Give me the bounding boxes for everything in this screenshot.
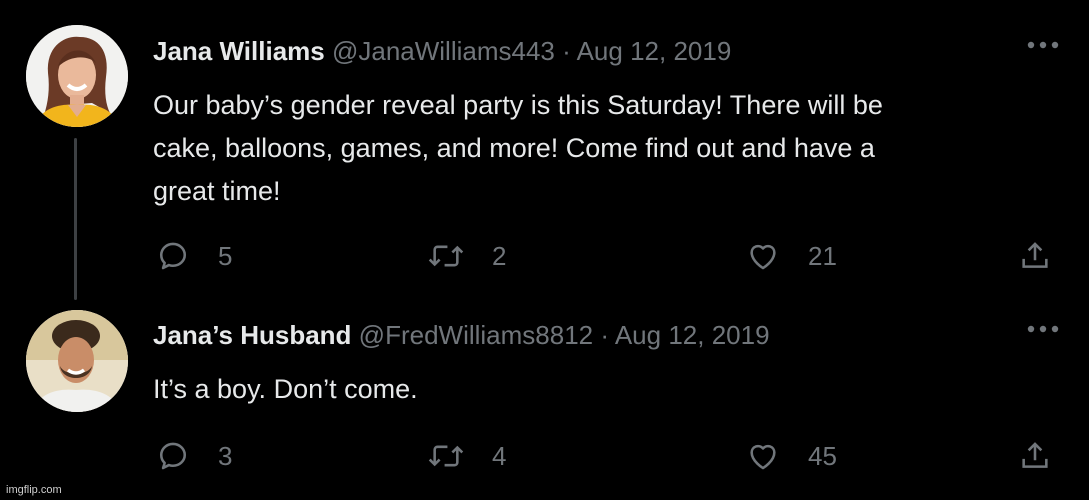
reply-button[interactable]: 5 (156, 238, 232, 274)
reply-icon (159, 242, 187, 270)
more-dots-icon (1027, 325, 1059, 333)
retweet-button[interactable]: 4 (426, 438, 506, 474)
share-button[interactable] (1018, 438, 1052, 474)
share-icon (1022, 442, 1048, 468)
display-name[interactable]: Jana Williams (153, 36, 325, 66)
heart-icon (750, 444, 776, 470)
watermark: imgflip.com (6, 484, 62, 496)
like-button[interactable]: 21 (746, 238, 837, 274)
avatar-husband[interactable] (26, 310, 128, 412)
reply-button[interactable]: 3 (156, 438, 232, 474)
thread-line (74, 138, 77, 300)
tweet-1[interactable]: Jana Williams @JanaWilliams443 · Aug 12,… (0, 0, 1089, 300)
timestamp[interactable]: Aug 12, 2019 (577, 36, 732, 66)
tweet-text: It’s a boy. Don’t come. (153, 374, 418, 404)
like-count: 45 (808, 441, 837, 471)
reply-icon (159, 442, 187, 470)
retweet-count: 2 (492, 241, 507, 271)
retweet-button[interactable]: 2 (426, 238, 506, 274)
retweet-count: 4 (492, 441, 507, 471)
more-dots-icon (1027, 41, 1059, 49)
woman-avatar-photo-icon (26, 25, 128, 127)
tweet-text: Our baby’s gender reveal party is this S… (153, 90, 883, 206)
tweet-header: Jana’s Husband @FredWilliams8812 · Aug 1… (153, 320, 770, 350)
share-icon (1022, 242, 1048, 268)
more-options-button[interactable] (1026, 38, 1060, 50)
heart-icon (750, 244, 776, 270)
like-count: 21 (808, 241, 837, 271)
reply-count: 3 (218, 441, 233, 471)
tweet-header: Jana Williams @JanaWilliams443 · Aug 12,… (153, 36, 731, 66)
share-button[interactable] (1018, 238, 1052, 274)
display-name[interactable]: Jana’s Husband (153, 320, 351, 350)
separator: · (600, 320, 610, 350)
like-button[interactable]: 45 (746, 438, 837, 474)
timestamp[interactable]: Aug 12, 2019 (615, 320, 770, 350)
reply-count: 5 (218, 241, 233, 271)
handle[interactable]: @FredWilliams8812 (359, 320, 593, 350)
man-avatar-photo-icon (26, 310, 128, 412)
retweet-icon (428, 445, 464, 467)
more-options-button[interactable] (1026, 322, 1060, 334)
avatar-jana[interactable] (26, 25, 128, 127)
separator: · (562, 36, 571, 66)
tweet-2[interactable]: Jana’s Husband @FredWilliams8812 · Aug 1… (0, 300, 1089, 500)
handle[interactable]: @JanaWilliams443 (332, 36, 555, 66)
retweet-icon (428, 245, 464, 267)
